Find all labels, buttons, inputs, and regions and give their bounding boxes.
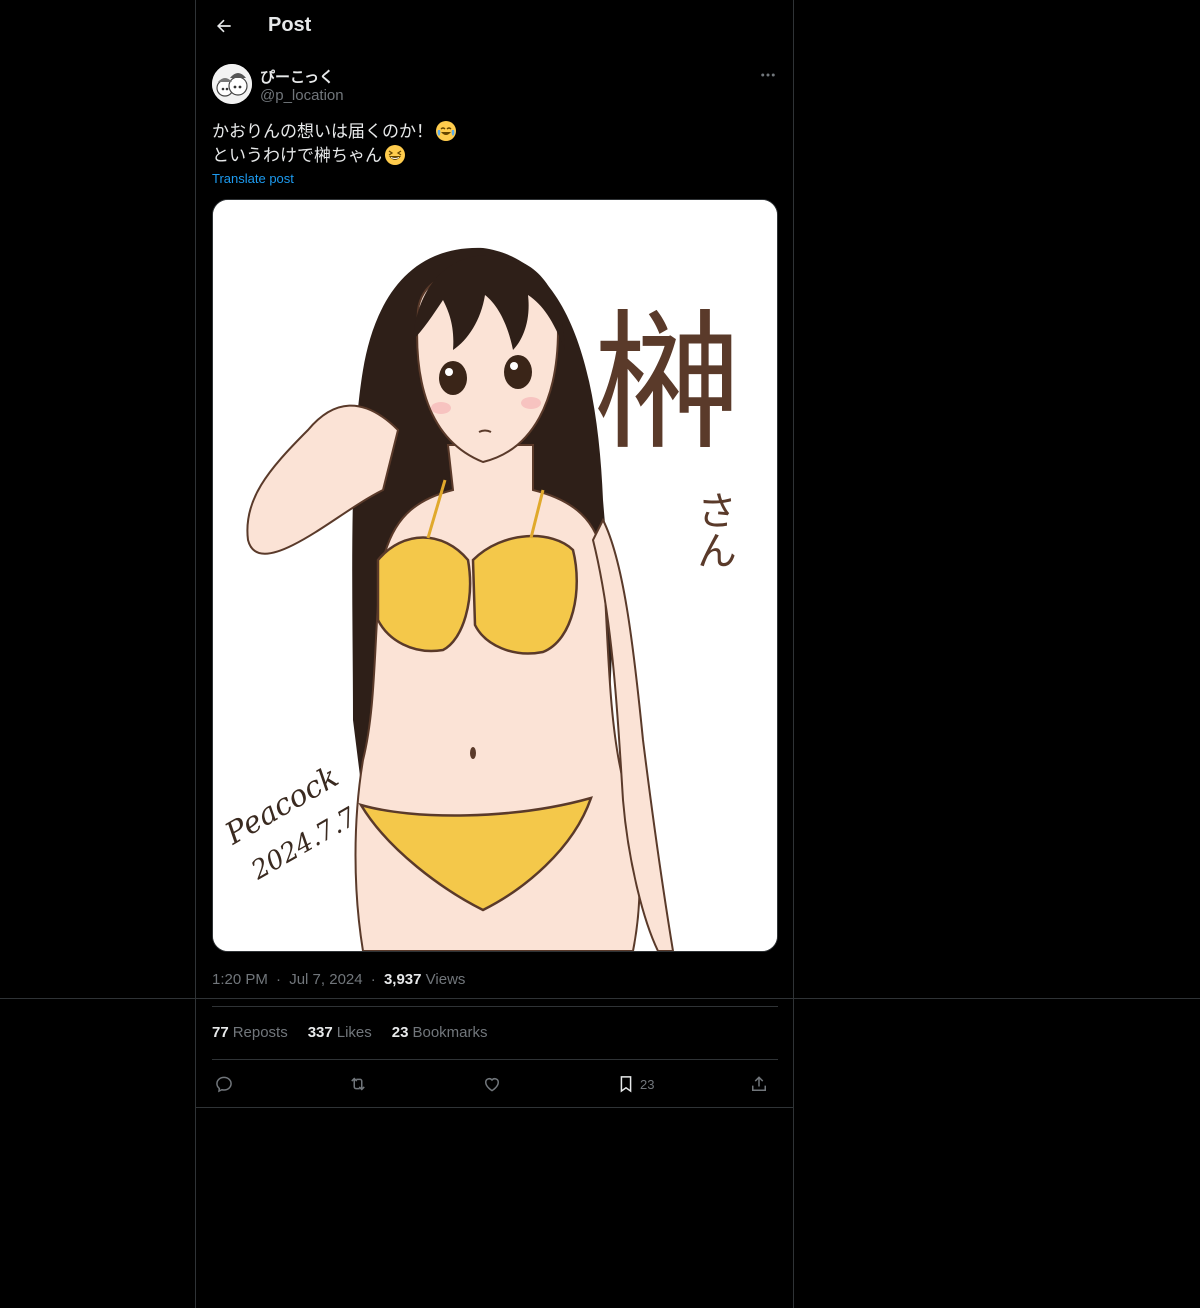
views-count: 3,937 <box>383 971 422 988</box>
post-meta: 1:20 PM · Jul 7, 2024 · 3,937 Views <box>212 971 465 988</box>
page-title: Post <box>268 14 312 36</box>
tears-of-joy-emoji-icon <box>436 121 456 141</box>
header: Post <box>196 0 793 53</box>
author-handle[interactable]: @p_location <box>260 87 344 104</box>
post-text-line-1: かおりんの想いは届くのか！ <box>212 122 433 141</box>
author-display-name[interactable]: ぴーこっく <box>260 66 334 87</box>
more-options-button[interactable] <box>756 64 780 86</box>
like-button[interactable] <box>482 1070 502 1098</box>
meta-separator: · <box>370 971 376 988</box>
reposts-count: 77 <box>212 1024 229 1041</box>
reply-button[interactable] <box>214 1070 234 1098</box>
post-text-line-2: というわけで榊ちゃん <box>212 146 382 165</box>
repost-icon <box>351 1077 365 1091</box>
reposts-label: Reposts <box>232 1024 288 1041</box>
post-date[interactable]: Jul 7, 2024 <box>289 971 362 988</box>
post-text: かおりんの想いは届くのか！ というわけで榊ちゃん <box>212 120 456 168</box>
engagement-stats: 77 Reposts 337 Likes 23 Bookmarks <box>212 1024 488 1041</box>
more-horizontal-icon <box>761 73 775 77</box>
back-button[interactable] <box>208 10 240 42</box>
share-icon <box>752 1076 766 1091</box>
image-title-kana: さん <box>690 490 736 570</box>
share-button[interactable] <box>749 1070 769 1098</box>
heart-icon <box>485 1078 499 1092</box>
post-image[interactable]: 榊 さん Peacock 2024.7.7 <box>212 199 778 952</box>
bookmark-count: 23 <box>640 1076 655 1092</box>
views-label: Views <box>425 971 466 988</box>
likes-stat[interactable]: 337 Likes <box>308 1024 372 1041</box>
likes-label: Likes <box>336 1024 372 1041</box>
image-title-kanji: 榊 <box>593 297 743 471</box>
meta-separator: · <box>276 971 282 988</box>
bookmarks-label: Bookmarks <box>412 1024 488 1041</box>
repost-button[interactable] <box>348 1070 368 1098</box>
reply-icon <box>216 1076 232 1093</box>
divider <box>196 1107 793 1108</box>
divider <box>212 1059 778 1060</box>
post-time[interactable]: 1:20 PM <box>212 971 268 988</box>
arrow-left-icon <box>217 19 231 33</box>
divider <box>212 1006 778 1007</box>
likes-count: 337 <box>307 1024 333 1041</box>
bookmarks-count: 23 <box>391 1024 409 1041</box>
bookmarks-stat[interactable]: 23 Bookmarks <box>392 1024 488 1041</box>
translate-post-link[interactable]: Translate post <box>212 171 294 186</box>
bookmark-icon <box>620 1076 632 1093</box>
grinning-squinting-emoji-icon <box>385 145 405 165</box>
bookmark-button[interactable]: 23 <box>616 1070 654 1098</box>
avatar[interactable] <box>212 64 252 104</box>
main-column: Post ぴーこっく @p_location かおりんの想いは届くのか！ という… <box>195 0 794 1308</box>
action-bar: 23 <box>212 1070 778 1098</box>
reposts-stat[interactable]: 77 Reposts <box>212 1024 288 1041</box>
